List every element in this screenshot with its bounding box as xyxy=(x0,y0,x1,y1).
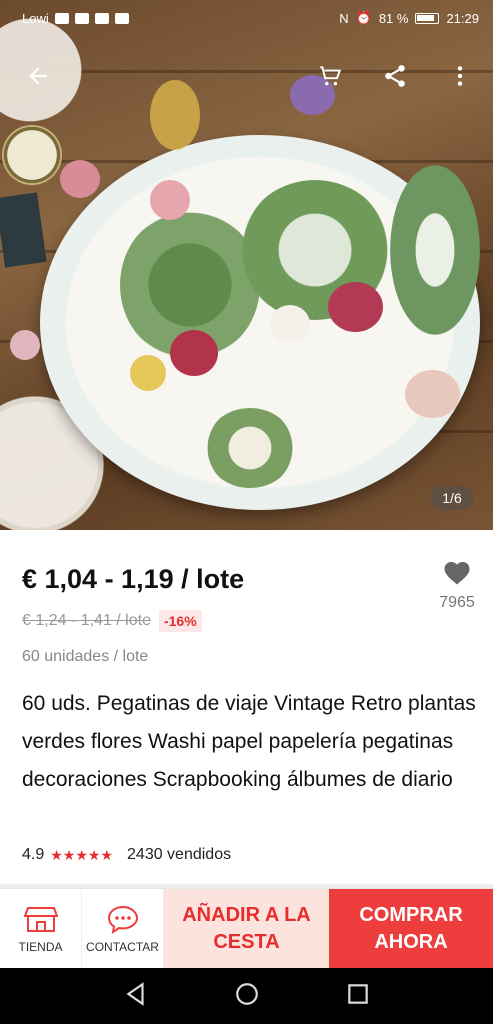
signal-icon xyxy=(54,12,69,24)
store-button[interactable]: TIENDA xyxy=(0,889,82,969)
battery-icon xyxy=(415,12,440,24)
back-arrow-icon xyxy=(29,67,47,85)
action-bar: TIENDA CONTACTAR AÑADIR A LA CESTA COMPR… xyxy=(0,888,493,969)
wishlist-button[interactable]: 7965 xyxy=(432,558,482,612)
sold-count: 2430 vendidos xyxy=(127,846,232,863)
back-button[interactable] xyxy=(18,56,58,96)
wishlist-count: 7965 xyxy=(439,594,475,611)
product-detail-screen: 1/6 Lowi N ⏰ 81 % 21:29 € 1,04 - 1,19 / … xyxy=(0,0,493,1024)
rating-row[interactable]: 4.9 ★★★★★ 2430 vendidos xyxy=(22,846,231,864)
triangle-back-icon xyxy=(126,981,144,1006)
rating-value: 4.9 xyxy=(22,846,45,863)
product-title: 60 uds. Pegatinas de viaje Vintage Retro… xyxy=(22,692,476,791)
nfc-icon: N xyxy=(339,10,349,26)
system-nav-bar xyxy=(0,968,493,1024)
notification-icon xyxy=(94,12,109,24)
product-image[interactable]: 1/6 xyxy=(0,0,493,530)
cart-icon xyxy=(320,66,342,86)
cart-button[interactable] xyxy=(310,56,350,96)
circle-home-icon xyxy=(235,982,258,1005)
carrier-name: Lowi xyxy=(22,10,49,26)
old-price-row: € 1,24 - 1,41 / lote -16% xyxy=(22,610,202,632)
more-vert-icon xyxy=(457,66,463,86)
heart-icon xyxy=(444,562,470,585)
old-price: € 1,24 - 1,41 / lote xyxy=(22,612,151,629)
nav-recents-button[interactable] xyxy=(345,981,371,1012)
contact-button[interactable]: CONTACTAR xyxy=(82,889,164,969)
youtube-icon xyxy=(74,12,89,24)
nav-back-button[interactable] xyxy=(123,981,149,1012)
add-to-cart-button[interactable]: AÑADIR A LA CESTA xyxy=(164,889,329,969)
more-options-button[interactable] xyxy=(440,56,480,96)
clock-time: 21:29 xyxy=(446,10,479,26)
unit-info: 60 unidades / lote xyxy=(22,648,149,665)
mail-icon xyxy=(114,12,129,24)
price: € 1,04 - 1,19 / lote xyxy=(22,564,245,594)
image-page-counter: 1/6 xyxy=(430,486,474,510)
nav-home-button[interactable] xyxy=(234,981,260,1012)
buy-now-button[interactable]: COMPRAR AHORA xyxy=(329,889,493,969)
share-icon xyxy=(385,65,405,87)
product-info: € 1,04 - 1,19 / lote 7965 € 1,24 - 1,41 … xyxy=(0,530,493,888)
alarm-icon: ⏰ xyxy=(355,10,372,25)
clock-sticker xyxy=(2,125,62,185)
square-recents-icon xyxy=(347,983,368,1004)
status-bar: Lowi N ⏰ 81 % 21:29 xyxy=(0,0,493,36)
contact-label: CONTACTAR xyxy=(86,940,159,954)
store-label: TIENDA xyxy=(18,940,63,954)
discount-badge: -16% xyxy=(158,610,202,632)
store-icon xyxy=(23,907,58,932)
share-button[interactable] xyxy=(375,56,415,96)
chat-icon xyxy=(107,905,138,934)
rating-stars: ★★★★★ xyxy=(50,846,114,863)
battery-level: 81 % xyxy=(378,10,409,26)
